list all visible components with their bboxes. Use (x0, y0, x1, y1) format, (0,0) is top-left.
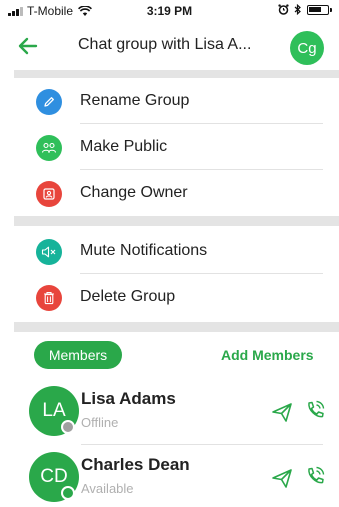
change-owner-label: Change Owner (80, 184, 188, 201)
header: Chat group with Lisa A... Cg (0, 22, 339, 70)
rename-group-item[interactable]: Rename Group (0, 78, 339, 124)
member-status: Offline (81, 415, 119, 430)
speaker-mute-icon (36, 239, 62, 265)
send-paper-plane-icon[interactable] (271, 401, 293, 423)
delete-group-item[interactable]: Delete Group (0, 274, 339, 320)
status-bar: T-Mobile 3:19 PM (0, 0, 339, 22)
alarm-icon (278, 4, 289, 15)
status-dot (61, 486, 75, 500)
group-people-icon (36, 135, 62, 161)
status-dot (61, 420, 75, 434)
make-public-label: Make Public (80, 138, 168, 155)
send-paper-plane-icon[interactable] (271, 467, 293, 489)
page-title: Chat group with Lisa A... (78, 36, 252, 53)
phone-call-icon[interactable] (304, 465, 326, 489)
member-row[interactable]: CD Charles Dean Available (0, 445, 339, 507)
delete-group-label: Delete Group (80, 288, 176, 305)
pencil-icon (36, 89, 62, 115)
section-separator (14, 322, 339, 332)
mute-notifications-label: Mute Notifications (80, 242, 208, 259)
back-arrow-icon[interactable] (14, 32, 42, 60)
member-name: Charles Dean (81, 455, 190, 474)
make-public-item[interactable]: Make Public (0, 124, 339, 170)
status-bar-right (278, 4, 332, 15)
owner-badge-icon (36, 181, 62, 207)
member-row[interactable]: LA Lisa Adams Offline (0, 379, 339, 445)
members-tab[interactable]: Members (34, 341, 122, 369)
group-avatar[interactable]: Cg (290, 31, 324, 65)
rename-group-label: Rename Group (80, 92, 190, 109)
add-members-button[interactable]: Add Members (221, 347, 314, 363)
battery-icon (307, 4, 332, 15)
trash-icon (36, 285, 62, 311)
bluetooth-icon (294, 4, 301, 15)
mute-notifications-item[interactable]: Mute Notifications (0, 228, 339, 274)
section-separator (14, 70, 339, 78)
member-status: Available (81, 481, 134, 496)
change-owner-item[interactable]: Change Owner (0, 170, 339, 216)
member-name: Lisa Adams (81, 389, 176, 408)
phone-call-icon[interactable] (304, 399, 326, 423)
section-separator (14, 216, 339, 226)
